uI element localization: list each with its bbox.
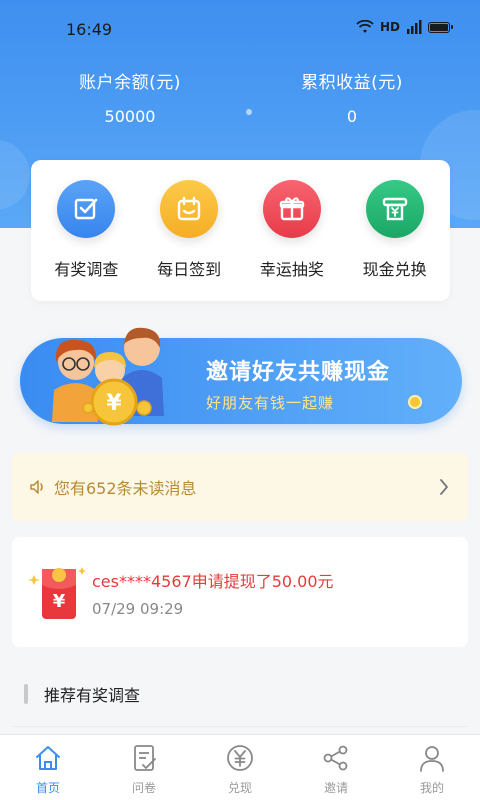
coin-icon [408,395,422,409]
battery-icon [428,21,453,33]
balance-value: 50000 [104,107,156,126]
section-divider [12,726,468,727]
friends-illustration-icon: ¥ [52,327,164,426]
wifi-icon [356,20,374,33]
tab-questionnaire[interactable]: 问卷 [104,743,184,796]
withdraw-record-card: ¥ ces****4567申请提现了50.00元 07/29 09:29 [12,537,468,647]
tab-label: 我的 [419,781,444,795]
balance-block: 账户余额(元) 50000 [50,68,210,126]
status-icons: HD [356,20,453,34]
withdraw-text: ces****4567申请提现了50.00元 [92,572,334,591]
red-packet-icon: ¥ [28,567,86,619]
feature-card: 有奖调查 每日签到 幸运抽奖 现金兑换 [31,160,450,301]
user-icon [420,746,444,772]
earnings-block: 累积收益(元) 0 [272,68,432,126]
earnings-label: 累积收益(元) [301,73,403,93]
feature-label: 每日签到 [157,260,222,279]
yuan-coin-icon [227,745,253,771]
tab-profile[interactable]: 我的 [392,743,472,796]
feature-label: 现金兑换 [362,260,427,279]
status-time: 16:49 [66,20,113,39]
chevron-right-icon [440,479,448,495]
earnings-value: 0 [346,107,358,126]
invite-banner[interactable]: ¥ 邀请好友共赚现金 好朋友有钱一起赚 [20,327,462,426]
status-bar: 16:49 HD [0,0,480,62]
svg-text:¥: ¥ [53,591,66,612]
gift-icon [262,180,321,238]
cash-exchange-icon [365,180,424,238]
tab-label: 首页 [35,781,60,795]
share-icon [323,745,348,771]
bottom-tab-bar: 首页 问卷 兑现 邀请 我的 [0,734,480,800]
signal-icon [407,20,422,34]
recommended-surveys-header: 推荐有奖调查 [24,683,140,705]
speaker-icon [30,480,43,494]
feature-checkin[interactable]: 每日签到 [139,180,239,301]
balance-divider-dot [246,109,252,115]
section-title: 推荐有奖调查 [44,686,141,705]
survey-check-icon [57,180,116,238]
banner-subtitle: 好朋友有钱一起赚 [206,394,335,412]
feature-cash-exchange[interactable]: 现金兑换 [345,180,445,301]
notice-text: 您有652条未读消息 [54,479,197,498]
feature-lottery[interactable]: 幸运抽奖 [242,180,342,301]
svg-text:¥: ¥ [106,391,122,416]
withdraw-time: 07/29 09:29 [92,600,184,618]
feature-label: 幸运抽奖 [259,260,324,279]
balance-label: 账户余额(元) [79,73,181,93]
home-icon [36,746,60,770]
feature-label: 有奖调查 [54,260,119,279]
questionnaire-icon [134,745,156,771]
feature-survey[interactable]: 有奖调查 [36,180,136,301]
banner-title: 邀请好友共赚现金 [206,360,391,385]
section-accent-bar [24,684,28,704]
unread-messages-notice[interactable]: 您有652条未读消息 [12,453,468,521]
network-type: HD [379,20,400,34]
tab-cash[interactable]: 兑现 [200,743,280,796]
calendar-icon [160,180,219,238]
tab-label: 邀请 [323,781,348,795]
tab-label: 问卷 [131,781,156,795]
tab-invite[interactable]: 邀请 [296,743,376,796]
tab-label: 兑现 [227,781,252,795]
tab-home[interactable]: 首页 [8,743,88,796]
